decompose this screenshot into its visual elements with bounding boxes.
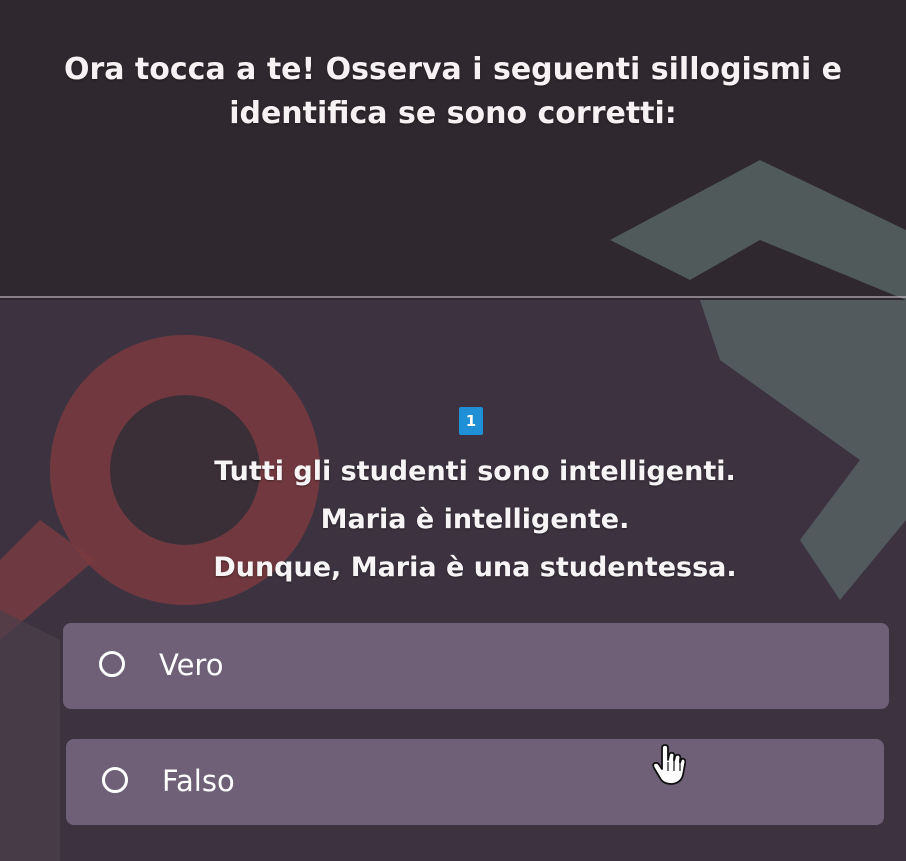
radio-circle-icon[interactable] (99, 651, 125, 677)
option-falso[interactable]: Falso (66, 739, 884, 825)
hand-pointer-icon (652, 744, 686, 785)
premise-1: Tutti gli studenti sono intelligenti. (214, 456, 736, 487)
divider (0, 296, 906, 298)
question-number-badge: 1 (459, 407, 483, 435)
option-vero[interactable]: Vero (63, 623, 889, 709)
option-label-falso: Falso (162, 764, 235, 798)
premise-2: Maria è intelligente. (320, 504, 630, 535)
option-label-vero: Vero (159, 648, 224, 682)
conclusion: Dunque, Maria è una studentessa. (213, 552, 737, 583)
syllogism-statements: Tutti gli studenti sono intelligenti. Ma… (100, 448, 850, 592)
instruction-title: Ora tocca a te! Osserva i seguenti sillo… (63, 52, 843, 131)
radio-circle-icon[interactable] (102, 767, 128, 793)
